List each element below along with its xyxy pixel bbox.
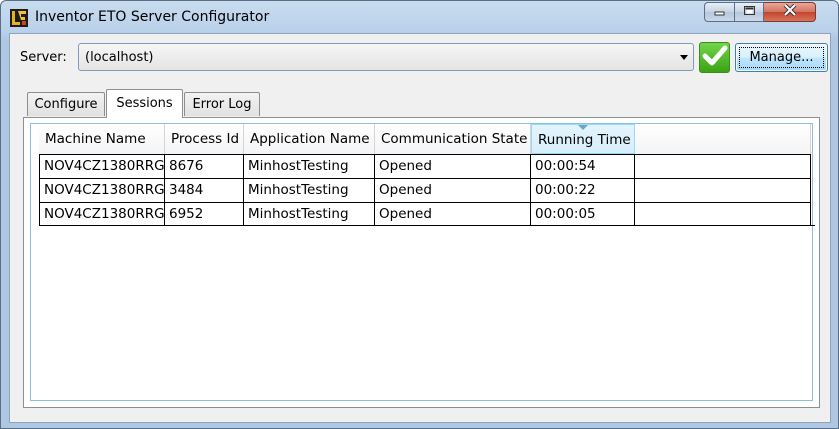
cell-application-name: MinhostTesting [244,203,375,226]
cell-running-time: 00:00:22 [531,179,635,202]
grid-bottom-rule [39,225,815,226]
column-header-communication-state[interactable]: Communication State [375,124,531,154]
chevron-down-icon [680,55,688,60]
cell-filler [635,155,811,178]
table-row[interactable]: NOV4CZ1380RRG 8676 MinhostTesting Opened… [39,154,811,178]
manage-button[interactable]: Manage... [735,43,828,72]
table-row[interactable]: NOV4CZ1380RRG 3484 MinhostTesting Opened… [39,178,811,202]
cell-filler [635,203,811,226]
sessions-panel: Machine Name Process Id Application Name… [23,117,820,408]
tab-sessions[interactable]: Sessions [106,89,183,118]
cell-machine-name: NOV4CZ1380RRG [39,179,165,202]
tab-error-log-label: Error Log [192,97,252,112]
tab-sessions-label: Sessions [116,96,173,111]
cell-process-id: 8676 [165,155,244,178]
sort-descending-icon [578,125,588,130]
cell-application-name: MinhostTesting [244,179,375,202]
minimize-icon [714,5,726,20]
server-dropdown[interactable]: (localhost) [78,43,694,71]
check-icon [702,45,728,71]
maximize-button[interactable] [734,2,764,22]
cell-running-time: 00:00:54 [531,155,635,178]
cell-machine-name: NOV4CZ1380RRG [39,203,165,226]
cell-process-id: 6952 [165,203,244,226]
column-header-application-name[interactable]: Application Name [244,124,375,154]
connection-status-indicator [699,42,730,73]
cell-process-id: 3484 [165,179,244,202]
cell-machine-name: NOV4CZ1380RRG [39,155,165,178]
server-label: Server: [20,50,67,65]
cell-communication-state: Opened [375,203,531,226]
grid-header: Machine Name Process Id Application Name… [39,124,811,154]
close-button[interactable] [764,2,816,22]
close-icon [783,3,797,20]
window-title: Inventor ETO Server Configurator [35,9,270,25]
maximize-icon [743,5,756,20]
column-header-filler [635,124,811,154]
tab-error-log[interactable]: Error Log [184,92,260,116]
cell-communication-state: Opened [375,179,531,202]
tab-configure-label: Configure [34,97,98,112]
server-selected-value: (localhost) [85,50,154,65]
column-header-machine-name[interactable]: Machine Name [39,124,165,154]
inventor-eto-icon [10,9,28,27]
cell-communication-state: Opened [375,155,531,178]
cell-running-time: 00:00:05 [531,203,635,226]
column-header-running-time-label: Running Time [538,132,631,148]
title-bar[interactable]: Inventor ETO Server Configurator [1,1,838,33]
column-header-running-time[interactable]: Running Time [531,124,635,154]
minimize-button[interactable] [704,2,734,22]
table-row[interactable]: NOV4CZ1380RRG 6952 MinhostTesting Opened… [39,202,811,226]
client-area: Server: (localhost) Manage... Configure … [9,33,831,423]
focus-rect [739,47,824,68]
cell-application-name: MinhostTesting [244,155,375,178]
sessions-grid[interactable]: Machine Name Process Id Application Name… [30,123,815,401]
column-header-process-id[interactable]: Process Id [165,124,244,154]
app-window: Inventor ETO Server Configurator Server:… [0,0,839,429]
cell-filler [635,179,811,202]
tab-configure[interactable]: Configure [27,92,105,116]
